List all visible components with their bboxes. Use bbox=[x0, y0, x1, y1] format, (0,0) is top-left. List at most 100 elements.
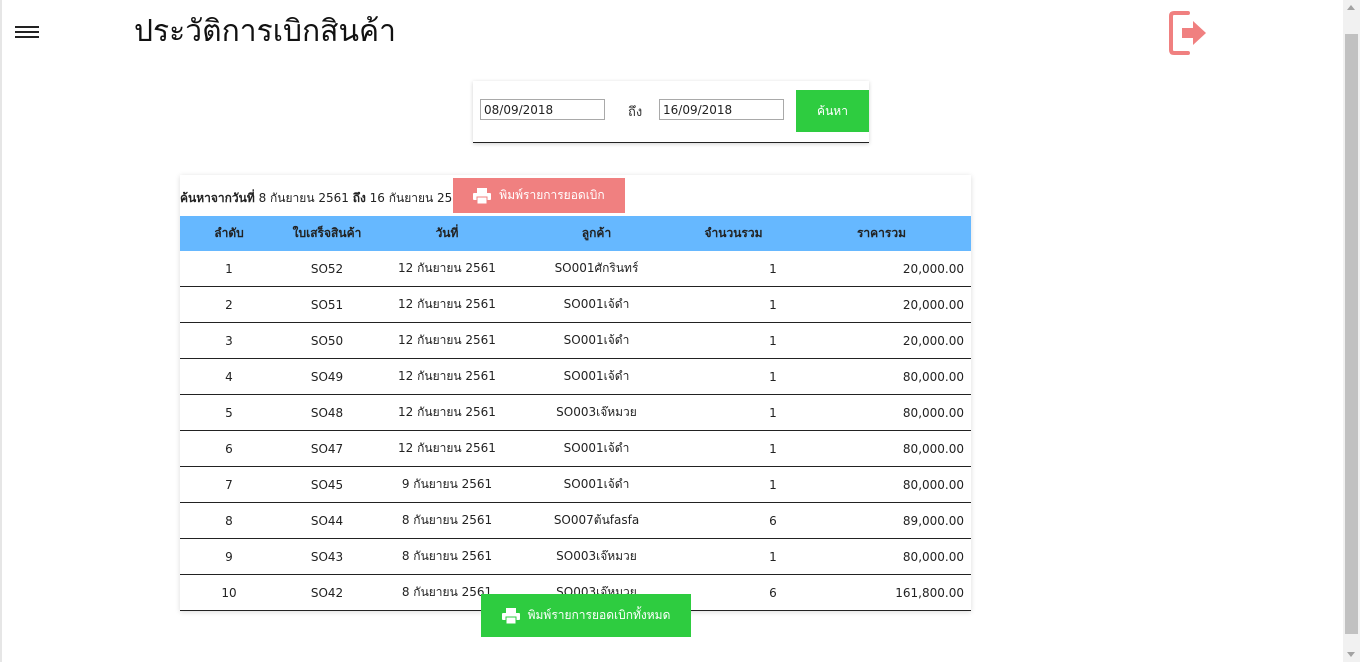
cell-order: 1 bbox=[180, 251, 278, 287]
table-row: 1 SO52 12 กันยายน 2561 SO001ศักรินทร์ 1 20,00… bbox=[180, 251, 971, 287]
cell-date: 12 กันยายน 2561 bbox=[376, 251, 518, 287]
cell-total: 80,000.00 bbox=[792, 394, 971, 431]
cell-receipt: SO52 bbox=[278, 251, 376, 287]
print-list-button[interactable]: พิมพ์รายการยอดเบิก bbox=[453, 178, 625, 213]
cell-total: 20,000.00 bbox=[792, 322, 971, 359]
cell-date: 8 กันยายน 2561 bbox=[376, 538, 518, 575]
printer-icon bbox=[501, 607, 520, 624]
cell-quantity: 6 bbox=[675, 574, 792, 611]
cell-order: 7 bbox=[180, 466, 278, 503]
to-label: ถึง bbox=[628, 105, 643, 120]
to-date-input[interactable] bbox=[659, 99, 784, 120]
hamburger-icon[interactable] bbox=[15, 26, 39, 40]
table-row: 7 SO45 9 กันยายน 2561 SO001เจ้ดำ 1 80,000.00 bbox=[180, 466, 971, 503]
cell-total: 161,800.00 bbox=[792, 574, 971, 611]
col-header-quantity: จำนวนรวม bbox=[675, 216, 792, 251]
cell-customer: SO001เจ้ดำ bbox=[518, 358, 675, 395]
cell-receipt: SO45 bbox=[278, 466, 376, 503]
table-row: 8 SO44 8 กันยายน 2561 SO007ต้นfasfa 6 89,000.… bbox=[180, 502, 971, 539]
cell-order: 5 bbox=[180, 394, 278, 431]
cell-receipt: SO43 bbox=[278, 538, 376, 575]
col-header-receipt: ใบเสร็จสินค้า bbox=[278, 216, 376, 251]
cell-date: 9 กันยายน 2561 bbox=[376, 466, 518, 503]
cell-order: 9 bbox=[180, 538, 278, 575]
vertical-scrollbar[interactable] bbox=[1343, 0, 1360, 662]
cell-customer: SO001เจ้ดำ bbox=[518, 430, 675, 467]
print-all-button[interactable]: พิมพ์รายการยอดเบิกทั้งหมด bbox=[481, 594, 691, 637]
summary-from-value: 8 กันยายน 2561 bbox=[258, 191, 349, 205]
cell-date: 12 กันยายน 2561 bbox=[376, 430, 518, 467]
cell-date: 12 กันยายน 2561 bbox=[376, 394, 518, 431]
summary-from-label: ค้นหาจากวันที่ bbox=[180, 191, 255, 205]
cell-order: 4 bbox=[180, 358, 278, 395]
cell-receipt: SO42 bbox=[278, 574, 376, 611]
table-row: 2 SO51 12 กันยายน 2561 SO001เจ้ดำ 1 20,000.00 bbox=[180, 286, 971, 323]
table-row: 6 SO47 12 กันยายน 2561 SO001เจ้ดำ 1 80,000.00 bbox=[180, 430, 971, 467]
page-title: ประวัติการเบิกสินค้า bbox=[134, 14, 396, 49]
cell-receipt: SO47 bbox=[278, 430, 376, 467]
cell-total: 89,000.00 bbox=[792, 502, 971, 539]
cell-total: 80,000.00 bbox=[792, 430, 971, 467]
cell-quantity: 1 bbox=[675, 430, 792, 467]
cell-quantity: 6 bbox=[675, 502, 792, 539]
cell-quantity: 1 bbox=[675, 394, 792, 431]
cell-customer: SO001เจ้ดำ bbox=[518, 286, 675, 323]
cell-total: 80,000.00 bbox=[792, 466, 971, 503]
table-row: 9 SO43 8 กันยายน 2561 SO003เจ๊หมวย 1 80,000.0… bbox=[180, 538, 971, 575]
cell-customer: SO007ต้นfasfa bbox=[518, 502, 675, 539]
table-row: 4 SO49 12 กันยายน 2561 SO001เจ้ดำ 1 80,000.00 bbox=[180, 358, 971, 395]
summary-text: ค้นหาจากวันที่ 8 กันยายน 2561 ถึง 16 กัน… bbox=[180, 189, 468, 208]
cell-order: 3 bbox=[180, 322, 278, 359]
cell-date: 8 กันยายน 2561 bbox=[376, 502, 518, 539]
cell-customer: SO001ศักรินทร์ bbox=[518, 251, 675, 287]
cell-quantity: 1 bbox=[675, 358, 792, 395]
cell-quantity: 1 bbox=[675, 538, 792, 575]
summary-to-label: ถึง bbox=[352, 191, 366, 205]
left-border bbox=[0, 0, 2, 662]
cell-total: 20,000.00 bbox=[792, 286, 971, 323]
cell-order: 6 bbox=[180, 430, 278, 467]
search-button[interactable]: ค้นหา bbox=[796, 90, 869, 132]
cell-order: 10 bbox=[180, 574, 278, 611]
scroll-up-icon[interactable] bbox=[1347, 5, 1355, 10]
col-header-customer: ลูกค้า bbox=[518, 216, 675, 251]
results-table: ลำดับ ใบเสร็จสินค้า วันที่ ลูกค้า จำนวนร… bbox=[180, 216, 971, 611]
print-all-label: พิมพ์รายการยอดเบิกทั้งหมด bbox=[527, 608, 671, 622]
cell-date: 12 กันยายน 2561 bbox=[376, 286, 518, 323]
table-header-row: ลำดับ ใบเสร็จสินค้า วันที่ ลูกค้า จำนวนร… bbox=[180, 216, 971, 251]
cell-date: 12 กันยายน 2561 bbox=[376, 322, 518, 359]
cell-total: 80,000.00 bbox=[792, 358, 971, 395]
printer-icon bbox=[473, 187, 492, 204]
from-date-input[interactable] bbox=[480, 99, 605, 120]
table-row: 3 SO50 12 กันยายน 2561 SO001เจ้ดำ 1 20,000.00 bbox=[180, 322, 971, 359]
cell-quantity: 1 bbox=[675, 466, 792, 503]
cell-total: 80,000.00 bbox=[792, 538, 971, 575]
cell-order: 2 bbox=[180, 286, 278, 323]
cell-receipt: SO51 bbox=[278, 286, 376, 323]
cell-receipt: SO44 bbox=[278, 502, 376, 539]
scroll-thumb[interactable] bbox=[1345, 34, 1358, 634]
search-summary: ค้นหาจากวันที่ 8 กันยายน 2561 ถึง 16 กัน… bbox=[180, 175, 971, 216]
scroll-down-icon[interactable] bbox=[1347, 652, 1355, 657]
cell-customer: SO003เจ๊หมวย bbox=[518, 394, 675, 431]
col-header-total: ราคารวม bbox=[792, 216, 971, 251]
date-search-panel: ถึง ค้นหา bbox=[473, 81, 869, 143]
cell-receipt: SO50 bbox=[278, 322, 376, 359]
cell-date: 12 กันยายน 2561 bbox=[376, 358, 518, 395]
table-row: 5 SO48 12 กันยายน 2561 SO003เจ๊หมวย 1 80,000.… bbox=[180, 394, 971, 431]
table-body: 1 SO52 12 กันยายน 2561 SO001ศักรินทร์ 1 20,00… bbox=[180, 251, 971, 611]
col-header-date: วันที่ bbox=[376, 216, 518, 251]
cell-customer: SO001เจ้ดำ bbox=[518, 466, 675, 503]
print-list-label: พิมพ์รายการยอดเบิก bbox=[499, 188, 605, 202]
cell-customer: SO001เจ้ดำ bbox=[518, 322, 675, 359]
cell-receipt: SO49 bbox=[278, 358, 376, 395]
cell-quantity: 1 bbox=[675, 322, 792, 359]
cell-customer: SO003เจ๊หมวย bbox=[518, 538, 675, 575]
cell-quantity: 1 bbox=[675, 286, 792, 323]
cell-quantity: 1 bbox=[675, 251, 792, 287]
results-panel: ค้นหาจากวันที่ 8 กันยายน 2561 ถึง 16 กัน… bbox=[180, 175, 971, 611]
cell-order: 8 bbox=[180, 502, 278, 539]
cell-receipt: SO48 bbox=[278, 394, 376, 431]
logout-icon[interactable] bbox=[1168, 9, 1208, 57]
col-header-order: ลำดับ bbox=[180, 216, 278, 251]
